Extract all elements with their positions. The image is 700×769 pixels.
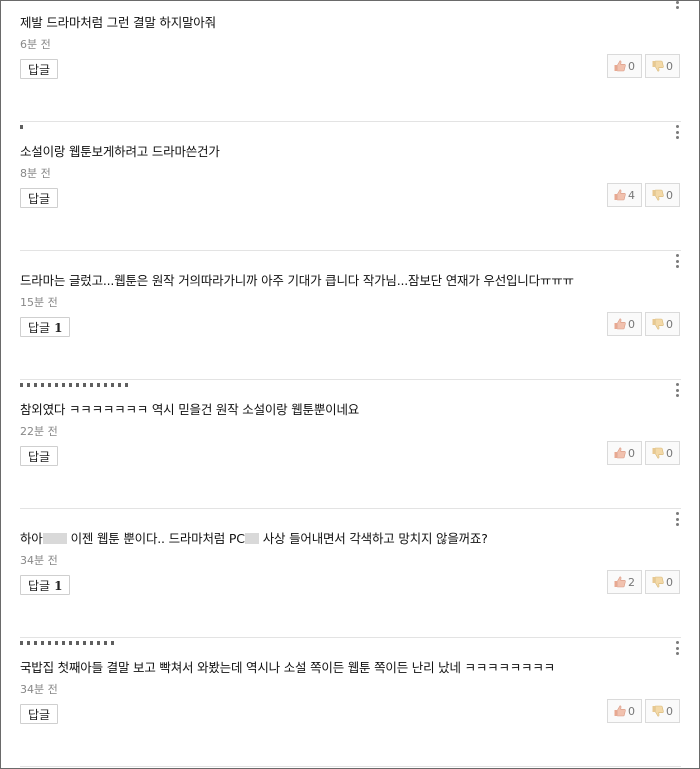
comment-text: 소설이랑 웹툰보게하려고 드라마쓴건가 xyxy=(20,144,220,159)
like-count: 0 xyxy=(628,446,635,460)
thumbs-up-icon xyxy=(614,705,626,717)
masked-text xyxy=(56,533,67,544)
comment-text: 하아 이젠 웹툰 뿐이다.. 드라마처럼 PC 사상 들어내면서 각색하고 망치지 … xyxy=(20,530,488,548)
comment-item: 국밥집 첫째아들 결말 보고 빡쳐서 와봤는데 역시나 소설 쪽이든 웹툰 쪽이… xyxy=(20,637,681,767)
like-button[interactable]: 0 xyxy=(607,441,642,465)
reply-button[interactable]: 답글 xyxy=(20,446,59,466)
reply-label: 답글 xyxy=(28,708,51,722)
thumbs-down-icon xyxy=(652,189,664,201)
author-name-masked xyxy=(20,125,23,129)
dislike-count: 0 xyxy=(666,317,673,331)
thumbs-up-icon xyxy=(614,189,626,201)
reply-label: 답글 xyxy=(28,63,51,77)
thumbs-down-icon xyxy=(652,318,664,330)
comment-time: 6분 전 xyxy=(20,38,51,51)
comment-item: 드라마는 글렀고...웹툰은 원작 거의따라가니까 아주 기대가 큽니다 작가님… xyxy=(20,250,681,380)
dislike-count: 0 xyxy=(666,188,673,202)
dislike-count: 0 xyxy=(666,704,673,718)
reply-button[interactable]: 답글 1 xyxy=(20,317,71,337)
dislike-count: 0 xyxy=(666,446,673,460)
like-count: 0 xyxy=(628,704,635,718)
reply-button[interactable]: 답글 xyxy=(20,704,59,724)
like-button[interactable]: 0 xyxy=(607,699,642,723)
reply-count: 1 xyxy=(54,321,63,335)
more-vertical-icon[interactable] xyxy=(672,1,682,9)
like-count: 2 xyxy=(628,575,635,589)
dislike-count: 0 xyxy=(666,59,673,73)
dislike-count: 0 xyxy=(666,575,673,589)
masked-text xyxy=(244,533,259,544)
dislike-button[interactable]: 0 xyxy=(645,699,680,723)
thumbs-up-icon xyxy=(614,318,626,330)
more-vertical-icon[interactable] xyxy=(672,125,682,139)
thumbs-down-icon xyxy=(652,576,664,588)
reply-label: 답글 xyxy=(28,450,51,464)
dislike-button[interactable]: 0 xyxy=(645,312,680,336)
more-vertical-icon[interactable] xyxy=(672,254,682,268)
comment-item: 참외였다 ㅋㅋㅋㅋㅋㅋㅋ 역시 믿을건 원작 소설이랑 웹툰뿐이네요 22분 전… xyxy=(20,379,681,509)
more-vertical-icon[interactable] xyxy=(672,512,682,526)
dislike-button[interactable]: 0 xyxy=(645,54,680,78)
reply-button[interactable]: 답글 1 xyxy=(20,575,71,595)
comment-text: 국밥집 첫째아들 결말 보고 빡쳐서 와봤는데 역시나 소설 쪽이든 웹툰 쪽이… xyxy=(20,660,555,675)
like-count: 0 xyxy=(628,317,635,331)
comment-text: 드라마는 글렀고...웹툰은 원작 거의따라가니까 아주 기대가 큽니다 작가님… xyxy=(20,273,574,288)
comment-text: 참외였다 ㅋㅋㅋㅋㅋㅋㅋ 역시 믿을건 원작 소설이랑 웹툰뿐이네요 xyxy=(20,402,360,417)
reply-button[interactable]: 답글 xyxy=(20,59,59,79)
reply-button[interactable]: 답글 xyxy=(20,188,59,208)
masked-text xyxy=(42,533,57,544)
reply-label: 답글 xyxy=(28,579,51,593)
thumbs-down-icon xyxy=(652,705,664,717)
author-name-masked xyxy=(20,641,115,645)
thumbs-down-icon xyxy=(652,60,664,72)
thumbs-up-icon xyxy=(614,447,626,459)
like-button[interactable]: 0 xyxy=(607,54,642,78)
comment-text: 제발 드라마처럼 그런 결말 하지말아줘 xyxy=(20,15,216,30)
comment-time: 34분 전 xyxy=(20,554,58,567)
comment-item: 하아 이젠 웹툰 뿐이다.. 드라마처럼 PC 사상 들어내면서 각색하고 망치지 … xyxy=(20,508,681,638)
comment-time: 15분 전 xyxy=(20,296,58,309)
reply-count: 1 xyxy=(54,579,63,593)
author-name-masked xyxy=(20,383,130,387)
comment-text-part: 하아 xyxy=(20,531,43,546)
more-vertical-icon[interactable] xyxy=(672,641,682,655)
like-button[interactable]: 0 xyxy=(607,312,642,336)
comment-item: 제발 드라마처럼 그런 결말 하지말아줘 6분 전 답글 0 0 xyxy=(20,1,681,122)
like-button[interactable]: 4 xyxy=(607,183,642,207)
thumbs-up-icon xyxy=(614,576,626,588)
thumbs-up-icon xyxy=(614,60,626,72)
thumbs-down-icon xyxy=(652,447,664,459)
reply-label: 답글 xyxy=(28,321,51,335)
dislike-button[interactable]: 0 xyxy=(645,570,680,594)
comment-text-part: 이젠 웹툰 뿐이다.. 드라마처럼 PC xyxy=(70,531,245,546)
comment-time: 34분 전 xyxy=(20,683,58,696)
comment-time: 22분 전 xyxy=(20,425,58,438)
comment-time: 8분 전 xyxy=(20,167,51,180)
dislike-button[interactable]: 0 xyxy=(645,441,680,465)
comment-item: 소설이랑 웹툰보게하려고 드라마쓴건가 8분 전 답글 4 0 xyxy=(20,121,681,251)
reply-label: 답글 xyxy=(28,192,51,206)
like-button[interactable]: 2 xyxy=(607,570,642,594)
dislike-button[interactable]: 0 xyxy=(645,183,680,207)
more-vertical-icon[interactable] xyxy=(672,383,682,397)
like-count: 0 xyxy=(628,59,635,73)
like-count: 4 xyxy=(628,188,635,202)
comment-list: 제발 드라마처럼 그런 결말 하지말아줘 6분 전 답글 0 0 소설이랑 웹툰… xyxy=(0,0,700,769)
comment-text-part: 사상 들어내면서 각색하고 망치지 않을꺼죠? xyxy=(262,531,488,546)
